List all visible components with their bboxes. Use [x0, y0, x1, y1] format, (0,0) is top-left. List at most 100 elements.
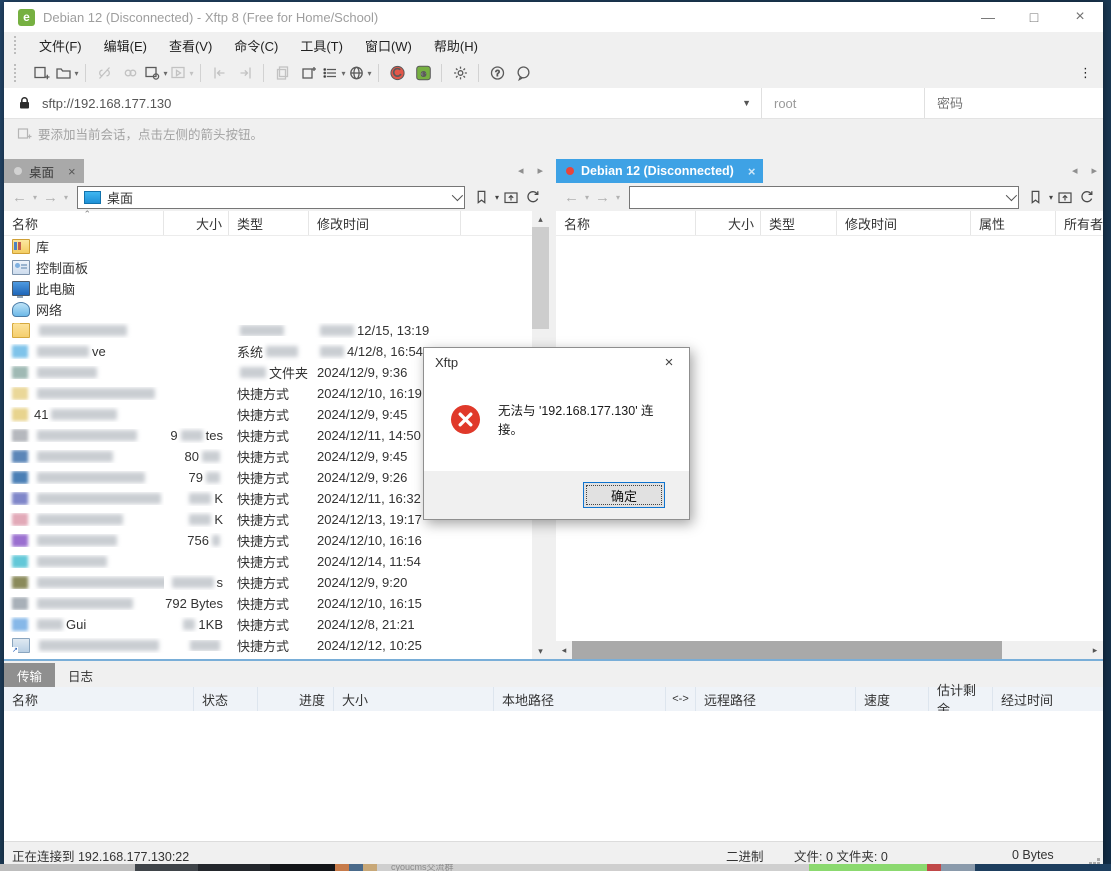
- transfer-left-button[interactable]: [207, 61, 231, 85]
- path-dropdown-icon[interactable]: [452, 190, 463, 201]
- dropdown-caret-icon[interactable]: ▾: [367, 69, 371, 78]
- dropdown-caret-icon[interactable]: ▾: [74, 69, 78, 78]
- remote-horizontal-scrollbar[interactable]: ◂ ▸: [556, 641, 1103, 659]
- toolbar-more-icon[interactable]: ⋮: [1079, 65, 1093, 81]
- ok-button[interactable]: 确定: [583, 482, 665, 508]
- column-speed[interactable]: 速度: [856, 687, 929, 711]
- tab-log[interactable]: 日志: [55, 663, 106, 687]
- column-size[interactable]: 大小: [164, 211, 229, 235]
- local-path-combobox[interactable]: 桌面: [77, 186, 465, 209]
- url-box[interactable]: ▼: [4, 88, 761, 118]
- menu-file[interactable]: 文件(F): [28, 32, 93, 58]
- close-button[interactable]: ×: [1057, 2, 1103, 32]
- new-session-button[interactable]: [29, 61, 53, 85]
- path-dropdown-icon[interactable]: [1006, 190, 1017, 201]
- address-input[interactable]: [40, 95, 732, 112]
- disconnect-button[interactable]: [92, 61, 116, 85]
- file-row[interactable]: 库: [4, 236, 532, 257]
- help-button[interactable]: ?: [485, 61, 509, 85]
- minimize-button[interactable]: —: [965, 2, 1011, 32]
- menu-window[interactable]: 窗口(W): [354, 32, 423, 58]
- dropdown-caret-icon[interactable]: ▾: [189, 69, 193, 78]
- column-progress[interactable]: 进度: [258, 687, 334, 711]
- remote-path-combobox[interactable]: [629, 186, 1019, 209]
- bookmark-dropdown-icon[interactable]: ▾: [1049, 193, 1053, 202]
- session-properties-button[interactable]: ▾: [144, 61, 168, 85]
- file-row[interactable]: 12/15, 13:19: [4, 320, 532, 341]
- xshell-button[interactable]: [385, 61, 409, 85]
- new-window-button[interactable]: [296, 61, 320, 85]
- remote-tab-debian[interactable]: Debian 12 (Disconnected) ×: [556, 159, 763, 183]
- column-mtime[interactable]: 修改时间: [837, 211, 971, 235]
- tab-close-icon[interactable]: ×: [68, 164, 76, 179]
- column-direction[interactable]: <->: [666, 687, 696, 711]
- menu-view[interactable]: 查看(V): [158, 32, 223, 58]
- file-row[interactable]: 快捷方式2024/12/14, 11:54: [4, 551, 532, 572]
- column-type[interactable]: 类型: [229, 211, 309, 235]
- back-button[interactable]: ←: [562, 189, 581, 206]
- view-list-button[interactable]: ▾: [322, 61, 346, 85]
- open-folder-button[interactable]: ▾: [55, 61, 79, 85]
- menu-command[interactable]: 命令(C): [223, 32, 289, 58]
- scroll-down-icon[interactable]: ▾: [532, 643, 549, 659]
- column-eta[interactable]: 估计剩余...: [929, 687, 993, 711]
- xftp-button[interactable]: e: [411, 61, 435, 85]
- username-input[interactable]: [772, 95, 924, 112]
- password-input[interactable]: [935, 95, 1103, 112]
- column-attr[interactable]: 属性: [971, 211, 1056, 235]
- file-row[interactable]: 网络: [4, 299, 532, 320]
- scroll-left-icon[interactable]: ◂: [556, 641, 572, 659]
- refresh-button[interactable]: [523, 185, 543, 209]
- dialog-close-icon[interactable]: ×: [649, 348, 689, 377]
- column-name[interactable]: 名称⌃: [4, 211, 164, 235]
- file-row[interactable]: 控制面板: [4, 257, 532, 278]
- connect-button[interactable]: [118, 61, 142, 85]
- scroll-thumb[interactable]: [572, 641, 1002, 659]
- menu-drag-handle[interactable]: [14, 36, 20, 54]
- address-dropdown-icon[interactable]: ▼: [732, 98, 761, 108]
- forward-history-icon[interactable]: ▾: [614, 193, 622, 202]
- refresh-button[interactable]: [1077, 185, 1097, 209]
- tab-transfer[interactable]: 传输: [4, 663, 55, 687]
- column-name[interactable]: 名称: [556, 211, 696, 235]
- bookmark-dropdown-icon[interactable]: ▾: [495, 193, 499, 202]
- copy-button[interactable]: [270, 61, 294, 85]
- tab-scroll-left-icon[interactable]: ◂: [1072, 164, 1078, 177]
- web-button[interactable]: ▾: [348, 61, 372, 85]
- menu-tools[interactable]: 工具(T): [289, 32, 354, 58]
- menu-edit[interactable]: 编辑(E): [93, 32, 158, 58]
- back-history-icon[interactable]: ▾: [31, 193, 39, 202]
- column-remote-path[interactable]: 远程路径: [696, 687, 856, 711]
- scroll-thumb[interactable]: [532, 227, 549, 329]
- new-folder-button[interactable]: [1055, 185, 1075, 209]
- scroll-right-icon[interactable]: ▸: [1087, 641, 1103, 659]
- feedback-button[interactable]: [511, 61, 535, 85]
- back-history-icon[interactable]: ▾: [583, 193, 591, 202]
- transfer-right-button[interactable]: [233, 61, 257, 85]
- tab-close-icon[interactable]: ×: [748, 164, 756, 179]
- column-type[interactable]: 类型: [761, 211, 837, 235]
- column-elapsed[interactable]: 经过时间: [993, 687, 1078, 711]
- menu-help[interactable]: 帮助(H): [423, 32, 489, 58]
- maximize-button[interactable]: □: [1011, 2, 1057, 32]
- settings-button[interactable]: [448, 61, 472, 85]
- bookmark-button[interactable]: [1026, 185, 1045, 209]
- bookmark-button[interactable]: [472, 185, 491, 209]
- column-size[interactable]: 大小: [334, 687, 494, 711]
- column-size[interactable]: 大小: [696, 211, 761, 235]
- forward-button[interactable]: →: [593, 189, 612, 206]
- tab-scroll-left-icon[interactable]: ◂: [518, 164, 524, 177]
- scroll-up-icon[interactable]: ▴: [532, 211, 549, 227]
- tab-scroll-right-icon[interactable]: ▸: [537, 164, 543, 177]
- file-row[interactable]: 此电脑: [4, 278, 532, 299]
- file-row[interactable]: 792 Bytes快捷方式2024/12/10, 16:15: [4, 593, 532, 614]
- forward-button[interactable]: →: [41, 189, 60, 206]
- file-row[interactable]: 756快捷方式2024/12/10, 16:16: [4, 530, 532, 551]
- column-mtime[interactable]: 修改时间: [309, 211, 461, 235]
- tab-scroll-right-icon[interactable]: ▸: [1091, 164, 1097, 177]
- column-name[interactable]: 名称: [4, 687, 194, 711]
- column-owner[interactable]: 所有者: [1056, 211, 1103, 235]
- file-row[interactable]: Gui1KB快捷方式2024/12/8, 21:21: [4, 614, 532, 635]
- new-folder-button[interactable]: [501, 185, 521, 209]
- column-status[interactable]: 状态: [194, 687, 258, 711]
